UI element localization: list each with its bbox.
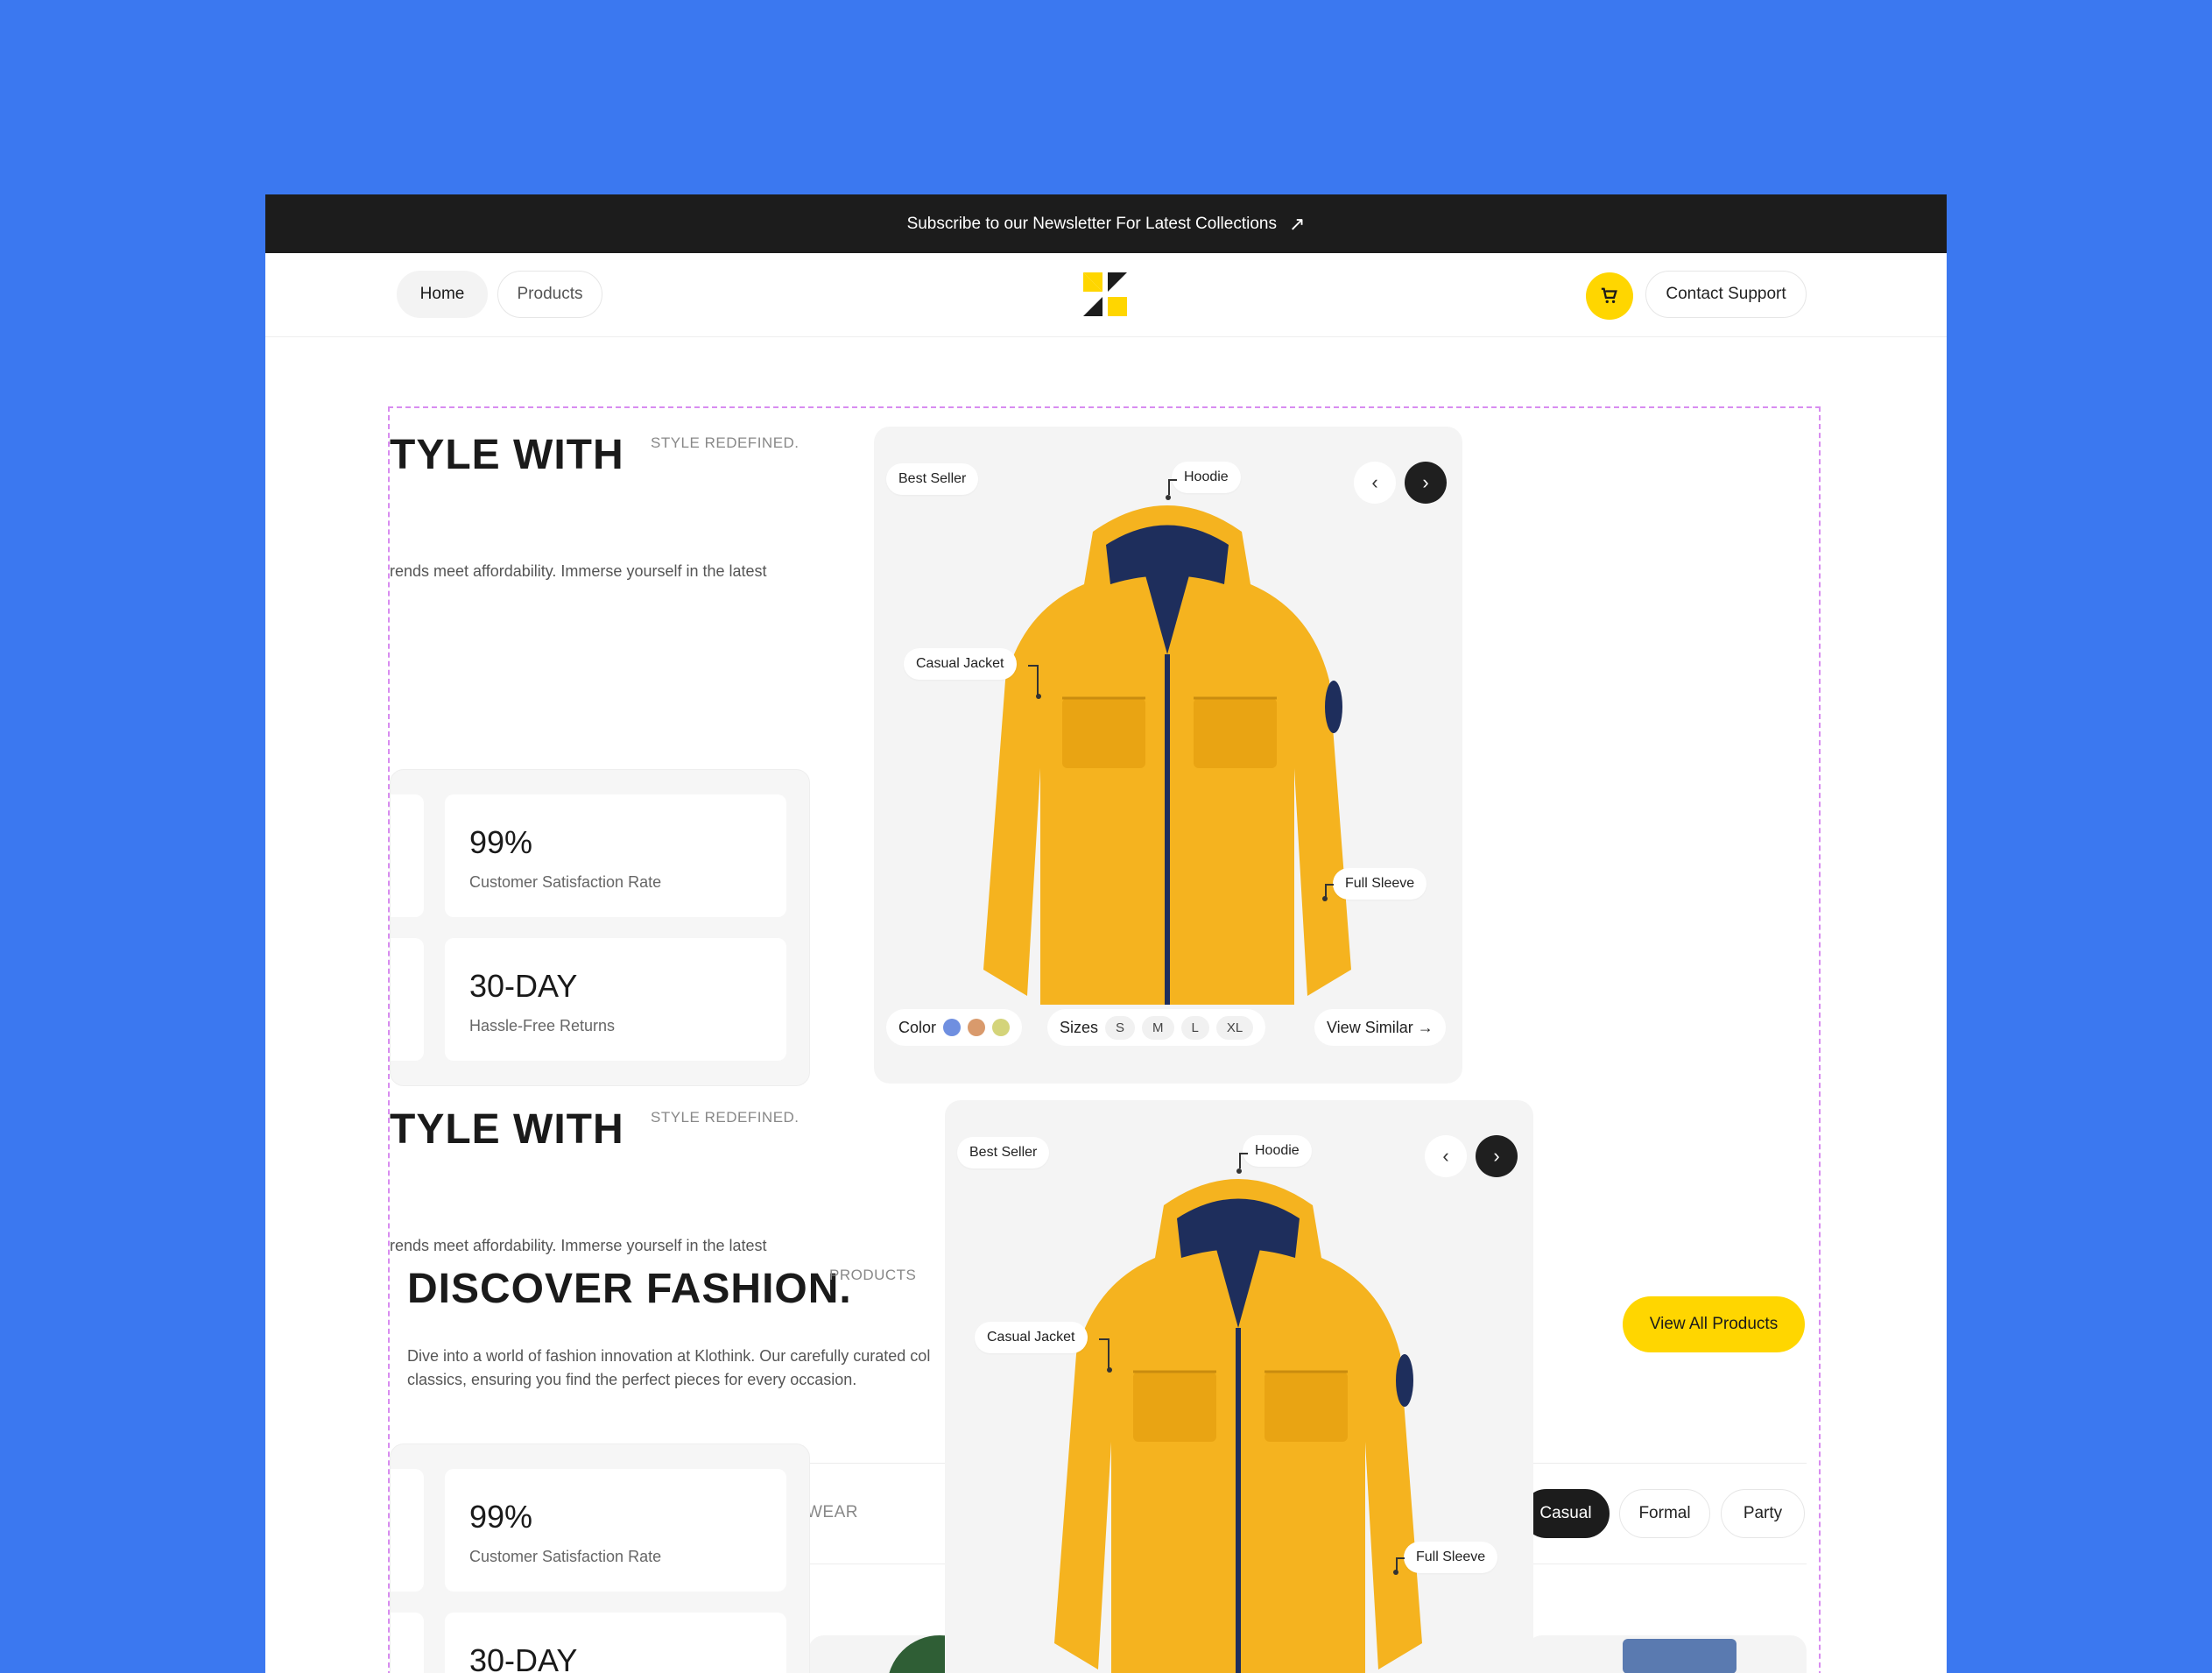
color-swatch[interactable] [943,1019,962,1036]
sizes-label: Sizes [1060,1018,1099,1036]
hero-title: TYLE WITH [390,1106,624,1153]
tag-hoodie: Hoodie [1243,1135,1312,1167]
size-option-m[interactable]: M [1142,1015,1174,1040]
product-thumb-image [1623,1639,1736,1673]
size-option-l[interactable]: L [1180,1015,1209,1040]
contact-support-button[interactable]: Contact Support [1645,271,1807,318]
leader-dot [1166,495,1171,500]
color-label: Color [898,1018,937,1036]
stat-label: Customer Satisfaction Rate [469,1548,662,1565]
newsletter-text: Subscribe to our Newsletter For Latest C… [906,214,1277,233]
color-selector: Color [886,1009,1023,1046]
stat-card-partial [391,1469,424,1592]
discover-paragraph-line1: Dive into a world of fashion innovation … [407,1347,931,1365]
view-all-products-button[interactable]: View All Products [1623,1296,1805,1352]
app-frame: Subscribe to our Newsletter For Latest C… [265,194,1947,1673]
stat-card-partial [391,1613,424,1673]
product-card: Best Seller Hoodie ‹ › Casual Jacket Ful… [874,427,1462,1084]
filter-casual-button[interactable]: Casual [1522,1489,1610,1538]
stat-card-partial [391,794,424,917]
hero-eyebrow: STYLE REDEFINED. [651,434,800,451]
nav-products-button[interactable]: Products [497,271,602,318]
stat-card-returns: 30-DAY [445,1613,786,1673]
hero-eyebrow: STYLE REDEFINED. [651,1109,800,1126]
stats-panel: 99% Customer Satisfaction Rate 30-DAY [390,1444,810,1673]
newsletter-banner[interactable]: Subscribe to our Newsletter For Latest C… [265,194,1947,253]
arrow-up-right-icon: ↗ [1288,212,1306,235]
tag-casual-jacket: Casual Jacket [975,1322,1088,1353]
nav-home-button[interactable]: Home [397,271,488,318]
color-swatch[interactable] [992,1019,1011,1036]
prev-button[interactable]: ‹ [1354,462,1396,504]
tag-hoodie: Hoodie [1172,462,1241,493]
badge-best-seller: Best Seller [957,1137,1050,1168]
size-option-s[interactable]: S [1105,1015,1136,1040]
cart-button[interactable] [1586,272,1633,320]
main-nav: Home Products Contact Support [265,253,1947,337]
product-thumb-card[interactable] [1526,1635,1807,1673]
stat-value: 99% [469,824,533,860]
size-selector: Sizes S M L XL [1047,1009,1266,1046]
leader-dot [1236,1168,1242,1174]
hero-title: TYLE WITH [390,432,624,478]
stat-label: Customer Satisfaction Rate [469,873,662,891]
leader-line [1099,1338,1110,1370]
discover-title: DISCOVER FASHION. [407,1266,852,1312]
stat-card-satisfaction: 99% Customer Satisfaction Rate [445,794,786,917]
hero-paragraph: rends meet affordability. Immerse yourse… [390,562,767,580]
tag-full-sleeve: Full Sleeve [1404,1542,1498,1573]
prev-button[interactable]: ‹ [1425,1135,1467,1177]
leader-line [1028,665,1039,696]
badge-best-seller: Best Seller [886,463,979,495]
product-card: Best Seller Hoodie ‹ › Casual Jacket Ful… [945,1100,1533,1673]
next-button[interactable]: › [1476,1135,1518,1177]
leader-dot [1393,1570,1398,1575]
stat-card-returns: 30-DAY Hassle-Free Returns [445,938,786,1061]
discover-paragraph-line2: classics, ensuring you find the perfect … [407,1371,857,1388]
stat-value: 99% [469,1499,533,1535]
hero-paragraph: rends meet affordability. Immerse yourse… [390,1237,767,1254]
tag-full-sleeve: Full Sleeve [1333,868,1427,900]
cart-icon [1601,287,1617,304]
stats-panel: 99% Customer Satisfaction Rate 30-DAY Ha… [390,769,810,1086]
filter-party-button[interactable]: Party [1721,1489,1805,1538]
jacket-image[interactable] [1032,1153,1444,1673]
size-option-xl[interactable]: XL [1215,1015,1254,1040]
tag-casual-jacket: Casual Jacket [904,648,1017,680]
leader-dot [1322,896,1328,901]
stat-card-partial [391,938,424,1061]
stat-card-satisfaction: 99% Customer Satisfaction Rate [445,1469,786,1592]
leader-line [1239,1153,1248,1168]
color-swatch[interactable] [968,1019,986,1036]
view-similar-button[interactable]: View Similar → [1314,1009,1446,1046]
filter-category-partial[interactable]: WEAR [807,1503,858,1522]
leader-dot [1036,694,1041,699]
stat-value: 30-DAY [469,968,578,1004]
next-button[interactable]: › [1405,462,1447,504]
brand-logo-icon[interactable] [1083,272,1127,316]
discover-eyebrow: PRODUCTS [829,1267,917,1283]
stat-label: Hassle-Free Returns [469,1017,616,1034]
filter-formal-button[interactable]: Formal [1619,1489,1710,1538]
leader-line [1168,479,1177,495]
stat-value: 30-DAY [469,1642,578,1673]
jacket-image[interactable] [962,479,1373,1022]
leader-dot [1107,1367,1112,1373]
